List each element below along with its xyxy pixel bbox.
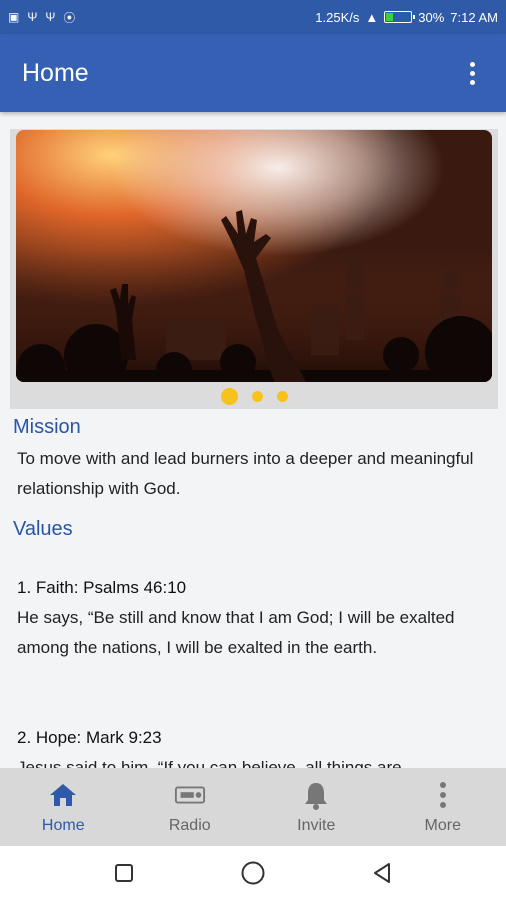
- screenshot-icon: ▣: [8, 10, 20, 24]
- nav-radio[interactable]: Radio: [127, 768, 254, 846]
- status-icons-left: ▣ Ψ Ψ ⦿: [8, 9, 75, 26]
- nav-label: Home: [41, 817, 85, 834]
- home-circle-icon[interactable]: [233, 853, 273, 893]
- system-navigation: [0, 846, 506, 900]
- clock: 7:12 AM: [450, 9, 498, 25]
- carousel-dot[interactable]: [251, 390, 263, 402]
- mission-title: Mission: [13, 416, 81, 438]
- status-bar: ▣ Ψ Ψ ⦿ 1.25K/s ▲ 30% 7:12 AM: [0, 0, 506, 34]
- mission-text: To move with and lead burners into a dee…: [17, 449, 474, 498]
- bottom-navigation: Home Radio Invite More: [0, 768, 506, 846]
- image-carousel[interactable]: [10, 129, 498, 409]
- recents-icon[interactable]: [104, 853, 144, 893]
- carousel-indicators: [10, 385, 498, 407]
- value-body: He says, “Be still and know that I am Go…: [17, 608, 455, 657]
- values-title: Values: [13, 518, 73, 540]
- value-heading: 2. Hope: Mark 9:23: [17, 728, 162, 747]
- back-icon[interactable]: [362, 853, 402, 893]
- value-heading: 1. Faith: Psalms 46:10: [17, 578, 187, 597]
- nav-more[interactable]: More: [380, 768, 506, 846]
- more-vertical-icon: [427, 779, 459, 811]
- nav-label: Invite: [297, 817, 336, 834]
- nav-home[interactable]: Home: [0, 768, 127, 846]
- nav-label: More: [424, 817, 461, 834]
- carousel-image[interactable]: [16, 130, 492, 382]
- status-icons-right: 1.25K/s ▲ 30% 7:12 AM: [315, 10, 498, 25]
- usb-icon: Ψ: [27, 10, 38, 24]
- nav-invite[interactable]: Invite: [253, 768, 380, 846]
- carousel-dot[interactable]: [276, 390, 288, 402]
- concert-photo: [16, 130, 492, 382]
- value-body: Jesus said to him, “If you can believe, …: [17, 758, 402, 768]
- battery-icon: [384, 11, 416, 23]
- main-content[interactable]: Mission To move with and lead burners in…: [0, 112, 506, 768]
- network-speed: 1.25K/s: [315, 9, 360, 25]
- home-icon: [47, 779, 79, 811]
- signal-icon: ▲: [365, 9, 379, 25]
- overflow-menu-icon[interactable]: [460, 53, 484, 93]
- app-bar: Home: [0, 34, 506, 112]
- usb-icon: Ψ: [45, 10, 56, 24]
- radio-icon: [174, 779, 206, 811]
- bell-icon: [300, 779, 332, 811]
- nav-label: Radio: [168, 817, 211, 834]
- battery-percent: 30%: [418, 9, 445, 25]
- page-title: Home: [22, 58, 89, 87]
- carousel-dot[interactable]: [220, 387, 238, 405]
- hotspot-icon: ⦿: [63, 10, 76, 25]
